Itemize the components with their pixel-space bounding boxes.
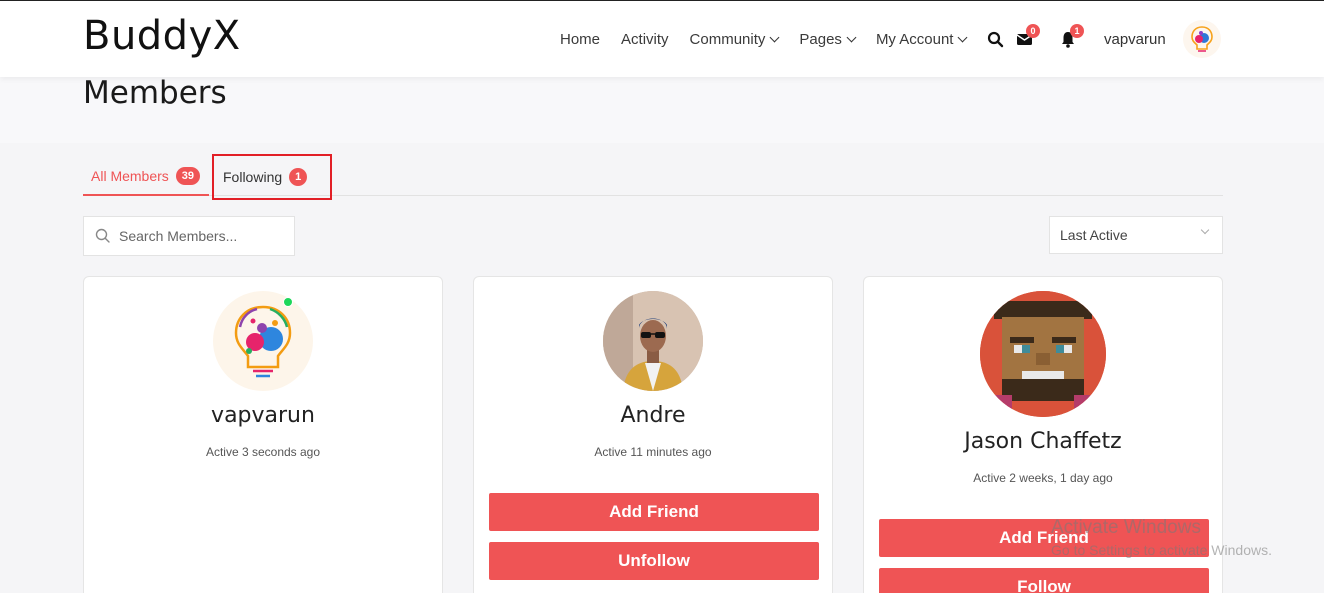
search-input[interactable]: [119, 228, 289, 244]
site-header: BuddyX Home Activity Community Pages My …: [0, 0, 1324, 77]
nav-community[interactable]: Community: [689, 31, 780, 48]
main-nav: Home Activity Community Pages My Account: [560, 1, 987, 78]
member-tabs: All Members 39 Following 1: [83, 154, 1223, 200]
nav-home[interactable]: Home: [560, 31, 600, 48]
member-name[interactable]: Andre: [474, 403, 832, 428]
online-status-dot: [283, 297, 293, 307]
chevron-down-icon: [958, 32, 968, 43]
tab-following[interactable]: Following 1: [212, 154, 332, 200]
chevron-down-icon: [1200, 225, 1210, 235]
header-avatar[interactable]: [1183, 20, 1221, 58]
tab-following-count: 1: [289, 168, 308, 186]
sort-select[interactable]: Last Active: [1049, 216, 1223, 254]
sort-selected-label: Last Active: [1060, 227, 1128, 243]
unfollow-button[interactable]: Unfollow: [489, 542, 819, 580]
member-avatar[interactable]: [213, 291, 313, 391]
tab-all-members[interactable]: All Members 39: [83, 158, 209, 196]
messages-button[interactable]: 0: [1014, 24, 1040, 51]
follow-button[interactable]: Follow: [879, 568, 1209, 593]
nav-my-account-label: My Account: [875, 31, 954, 48]
nav-home-label: Home: [560, 31, 601, 48]
activation-watermark-title: Activate Windows: [1051, 517, 1201, 538]
tab-following-label: Following: [223, 169, 283, 185]
nav-pages[interactable]: Pages: [799, 31, 857, 48]
member-avatar[interactable]: [603, 291, 703, 391]
nav-my-account[interactable]: My Account: [875, 31, 968, 48]
header-username[interactable]: vapvarun: [1104, 31, 1166, 48]
member-last-active: Active 2 weeks, 1 day ago: [973, 471, 1113, 485]
member-avatar[interactable]: [980, 291, 1106, 417]
member-last-active: Active 3 seconds ago: [205, 445, 321, 459]
nav-community-label: Community: [689, 31, 766, 48]
member-search: [83, 216, 295, 256]
chevron-down-icon: [846, 32, 857, 43]
messages-count-badge: 0: [1026, 24, 1040, 38]
nav-activity[interactable]: Activity: [621, 31, 669, 48]
member-name[interactable]: vapvarun: [84, 403, 442, 428]
search-icon[interactable]: [984, 27, 1008, 51]
notifications-button[interactable]: 1: [1058, 24, 1084, 51]
tab-all-members-label: All Members: [91, 168, 169, 184]
site-logo[interactable]: BuddyX: [83, 13, 241, 59]
notifications-count-badge: 1: [1070, 24, 1084, 38]
member-card: vapvarun Active 3 seconds ago: [83, 276, 443, 593]
nav-pages-label: Pages: [799, 31, 842, 48]
member-last-active: Active 11 minutes ago: [594, 445, 712, 459]
chevron-down-icon: [769, 32, 780, 43]
tab-all-members-count: 39: [175, 167, 201, 185]
activation-watermark-subtitle: Go to Settings to activate Windows.: [1051, 542, 1272, 558]
member-card: Andre Active 11 minutes ago Add Friend U…: [473, 276, 833, 593]
page-title: Members: [83, 75, 227, 111]
member-name[interactable]: Jason Chaffetz: [864, 429, 1222, 454]
nav-activity-label: Activity: [621, 31, 669, 48]
add-friend-button[interactable]: Add Friend: [489, 493, 819, 531]
search-icon: [95, 228, 110, 243]
